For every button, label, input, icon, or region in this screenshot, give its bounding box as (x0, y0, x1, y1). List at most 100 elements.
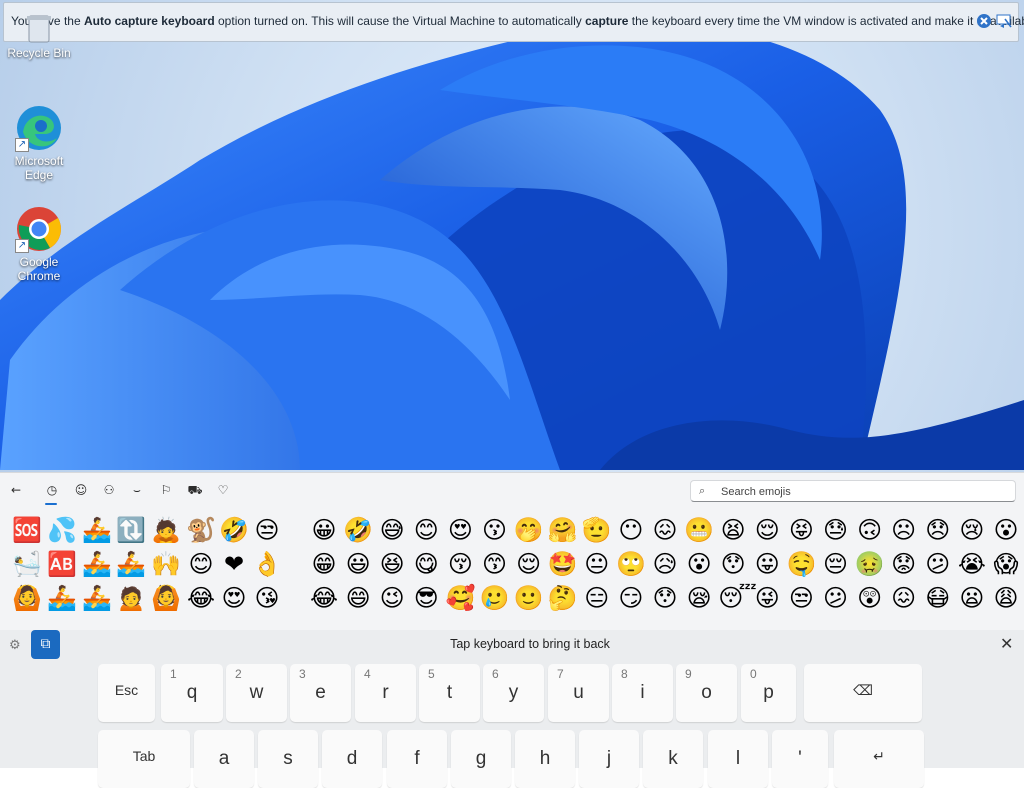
key[interactable]: g (451, 730, 511, 788)
key[interactable]: 3e (290, 664, 351, 722)
smiley-emoji[interactable]: 😌 (514, 549, 544, 579)
smiley-emoji[interactable]: 😛 (752, 549, 782, 579)
recent-emoji[interactable]: 🚣 (82, 549, 112, 579)
smiley-emoji[interactable]: 😓 (821, 515, 851, 545)
smiley-emoji[interactable]: 😕 (923, 549, 953, 579)
recent-emoji[interactable]: 🙌 (151, 549, 181, 579)
smiley-emoji[interactable]: 😅 (377, 515, 407, 545)
smiley-emoji[interactable]: 😕 (821, 583, 851, 613)
key[interactable]: 7u (548, 664, 609, 722)
key[interactable]: 1q (161, 664, 223, 722)
smiley-emoji[interactable]: 😄 (343, 583, 373, 613)
smiley-emoji[interactable]: 🙂 (514, 583, 544, 613)
key[interactable]: l (708, 730, 768, 788)
smiley-emoji[interactable]: 😐 (582, 549, 612, 579)
close-icon[interactable] (976, 13, 992, 29)
smiley-emoji[interactable]: 😍 (445, 515, 475, 545)
recent-emoji[interactable]: 🙆 (151, 583, 181, 613)
emoji-search-input[interactable] (719, 483, 1003, 501)
recent-emoji[interactable]: 😊 (186, 549, 216, 579)
recent-emoji[interactable]: 🆘 (12, 515, 42, 545)
recent-emoji[interactable]: 👌 (252, 549, 282, 579)
smiley-emoji[interactable]: 😶 (616, 515, 646, 545)
key[interactable]: s (258, 730, 318, 788)
smiley-emoji[interactable]: 🤭 (514, 515, 544, 545)
smiley-emoji[interactable]: 🤢 (855, 549, 885, 579)
smiley-emoji[interactable]: 😉 (377, 583, 407, 613)
tab-back[interactable]: ← (8, 482, 24, 498)
smiley-emoji[interactable]: 🤗 (548, 515, 578, 545)
smiley-emoji[interactable]: 😯 (718, 549, 748, 579)
smiley-emoji[interactable]: 😭 (957, 549, 987, 579)
smiley-emoji[interactable]: ☹ (889, 515, 919, 545)
recent-emoji[interactable]: 😂 (186, 583, 216, 613)
key[interactable]: 4r (355, 664, 416, 722)
tab-transport[interactable]: ⛟ (187, 482, 203, 498)
smiley-emoji[interactable]: 😔 (821, 549, 851, 579)
desktop-icon-recycle-bin[interactable]: Recycle Bin (4, 14, 74, 60)
smiley-emoji[interactable]: 😖 (650, 515, 680, 545)
recent-emoji[interactable]: 🐒 (186, 515, 216, 545)
key[interactable]: ↵ (834, 730, 924, 788)
smiley-emoji[interactable]: 😟 (889, 549, 919, 579)
recent-emoji[interactable]: 🙍 (116, 583, 146, 613)
smiley-emoji[interactable]: 😢 (957, 515, 987, 545)
tab-people[interactable]: ⚇ (101, 482, 117, 498)
smiley-emoji[interactable]: 🥰 (445, 583, 475, 613)
smiley-emoji[interactable]: 😃 (343, 549, 373, 579)
smiley-emoji[interactable]: 😗 (480, 515, 510, 545)
smiley-emoji[interactable]: 😁 (309, 549, 339, 579)
recent-emoji[interactable]: 🙇 (151, 515, 181, 545)
desktop-icon-edge[interactable]: ↗ Microsoft Edge (4, 104, 74, 182)
smiley-emoji[interactable]: 🫡 (582, 515, 612, 545)
smiley-emoji[interactable]: 😖 (889, 583, 919, 613)
smiley-emoji[interactable]: 😑 (582, 583, 612, 613)
smiley-emoji[interactable]: 😌 (752, 515, 782, 545)
recent-emoji[interactable]: 🛀 (12, 549, 42, 579)
key[interactable]: d (322, 730, 382, 788)
smiley-emoji[interactable]: 😩 (991, 583, 1021, 613)
smiley-emoji[interactable]: 😏 (616, 583, 646, 613)
emoji-search-box[interactable]: ⌕ (690, 480, 1016, 502)
key[interactable]: Esc (98, 664, 155, 722)
key[interactable]: 9o (676, 664, 737, 722)
smiley-emoji[interactable]: 😱 (991, 549, 1021, 579)
smiley-emoji[interactable]: 😮 (684, 549, 714, 579)
key[interactable]: k (643, 730, 703, 788)
smiley-emoji[interactable]: 😋 (411, 549, 441, 579)
recent-emoji[interactable]: 🚣 (82, 583, 112, 613)
recent-emoji[interactable]: 🚣 (47, 583, 77, 613)
key[interactable]: h (515, 730, 575, 788)
smiley-emoji[interactable]: 😆 (377, 549, 407, 579)
recent-emoji[interactable]: 🔃 (116, 515, 146, 545)
recent-emoji[interactable]: 🚣 (82, 515, 112, 545)
smiley-emoji[interactable]: 😊 (411, 515, 441, 545)
tab-flags[interactable]: ⚐ (158, 482, 174, 498)
smiley-emoji[interactable]: 😲 (855, 583, 885, 613)
smiley-emoji[interactable]: 🤣 (343, 515, 373, 545)
do-not-show-again-icon[interactable] (996, 13, 1012, 29)
recent-emoji[interactable]: 😘 (252, 583, 282, 613)
smiley-emoji[interactable]: 🙃 (855, 515, 885, 545)
key[interactable]: j (579, 730, 639, 788)
key[interactable]: Tab (98, 730, 190, 788)
recent-emoji[interactable]: 🙆 (12, 583, 42, 613)
smiley-emoji[interactable]: 😴 (718, 583, 757, 613)
smiley-emoji[interactable]: 😎 (411, 583, 441, 613)
recent-emoji[interactable]: 💦 (47, 515, 77, 545)
smiley-emoji[interactable]: 😜 (752, 583, 782, 613)
recent-emoji[interactable]: 🆎 (47, 549, 77, 579)
smiley-emoji[interactable]: 🤩 (548, 549, 578, 579)
recent-emoji[interactable]: 😒 (252, 515, 282, 545)
key[interactable]: 0p (741, 664, 796, 722)
key[interactable]: ' (772, 730, 828, 788)
key[interactable]: 2w (226, 664, 287, 722)
smiley-emoji[interactable]: 😪 (684, 583, 714, 613)
recent-emoji[interactable]: 😍 (219, 583, 249, 613)
key[interactable]: 8i (612, 664, 673, 722)
tab-recently-used[interactable]: ◷ (44, 482, 60, 498)
smiley-emoji[interactable]: 😫 (718, 515, 748, 545)
tab-celebrations[interactable]: ⌣ (129, 482, 145, 498)
key[interactable]: a (194, 730, 254, 788)
smiley-emoji[interactable]: 😞 (923, 515, 953, 545)
